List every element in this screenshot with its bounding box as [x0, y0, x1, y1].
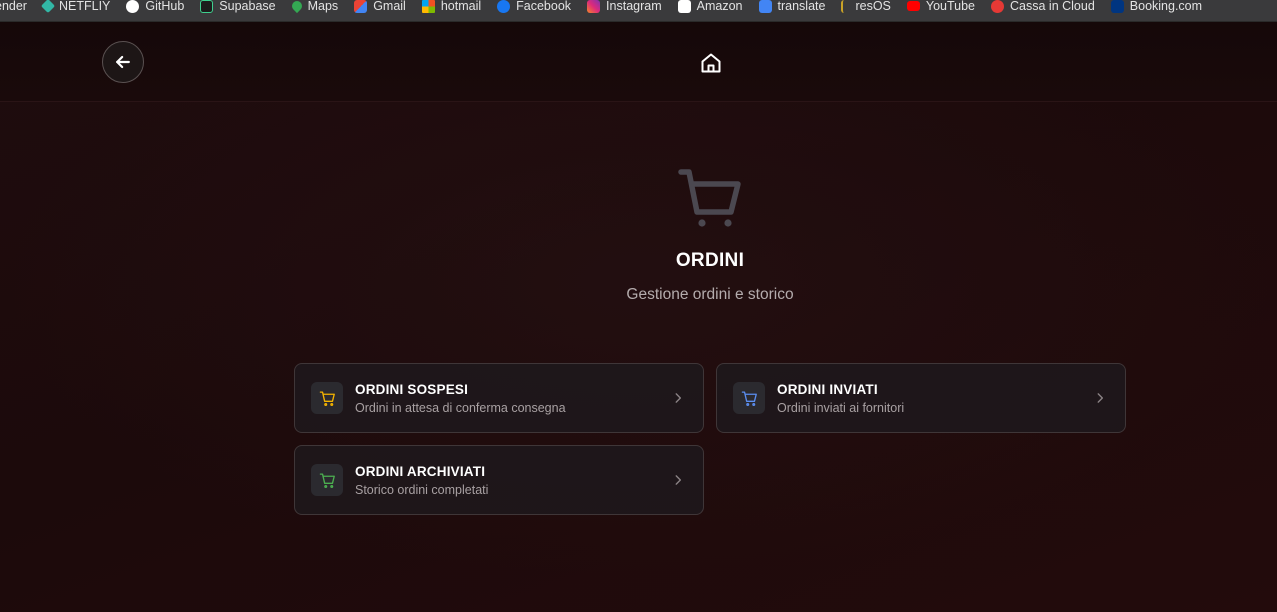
bookmark-netlify[interactable]: NETFLIY [35, 0, 118, 17]
page-subtitle: Gestione ordini e storico [626, 286, 794, 303]
resos-icon [841, 0, 850, 13]
bookmark-label: Facebook [516, 0, 572, 13]
bookmark-label: Gmail [373, 0, 406, 13]
bookmark-label: GitHub [145, 0, 185, 13]
card-subtitle: Ordini in attesa di conferma consegna [355, 401, 566, 415]
back-button[interactable] [102, 41, 144, 83]
bookmark-facebook[interactable]: Facebook [489, 0, 579, 17]
microsoft-icon [421, 0, 435, 13]
card-icon-box [311, 464, 343, 496]
bookmark-youtube[interactable]: YouTube [899, 0, 983, 17]
chevron-right-icon [1097, 393, 1104, 403]
bookmark-gmail[interactable]: Gmail [346, 0, 414, 17]
bookmark-cassa-in-cloud[interactable]: Cassa in Cloud [983, 0, 1103, 17]
netlify-icon [40, 0, 56, 14]
bookmark-label: resOS [855, 0, 891, 13]
chevron-right-icon [675, 393, 682, 403]
bookmark-label: NETFLIY [58, 0, 111, 13]
bookmark-amazon[interactable]: Amazon [670, 0, 751, 17]
bookmark-maps[interactable]: Maps [284, 0, 347, 17]
bookmark-label: Instagram [606, 0, 662, 13]
booking-icon [1110, 0, 1124, 13]
amazon-icon [677, 0, 691, 13]
card-ordini-archiviati[interactable]: ORDINI ARCHIVIATI Storico ordini complet… [294, 445, 704, 515]
card-subtitle: Storico ordini completati [355, 483, 489, 497]
cassa-icon [991, 0, 1005, 13]
bookmark-label: Booking.com [1129, 0, 1203, 13]
chevron-right-icon [675, 475, 682, 485]
bookmark-supabase[interactable]: Supabase [192, 0, 283, 17]
bookmark-label: hotmail [440, 0, 482, 13]
gmail-icon [354, 0, 368, 13]
instagram-icon [587, 0, 601, 13]
bookmark-label: Maps [307, 0, 339, 13]
bookmark-ender[interactable]: ender [0, 0, 35, 17]
bookmark-label: Amazon [696, 0, 743, 13]
card-subtitle: Ordini inviati ai fornitori [777, 401, 905, 415]
bookmark-label: YouTube [925, 0, 976, 13]
card-icon-box [733, 382, 765, 414]
top-bar [0, 22, 1277, 102]
bookmark-label: Supabase [219, 0, 276, 13]
card-ordini-sospesi[interactable]: ORDINI SOSPESI Ordini in attesa di confe… [294, 363, 704, 433]
cart-icon [741, 390, 757, 406]
bookmark-label: translate [777, 0, 826, 13]
bookmark-label: Cassa in Cloud [1010, 0, 1095, 13]
bookmark-instagram[interactable]: Instagram [579, 0, 670, 17]
supabase-icon [200, 0, 214, 13]
app-view: ORDINI Gestione ordini e storico ORDINI … [0, 22, 1277, 612]
cart-icon [319, 390, 335, 406]
youtube-icon [906, 1, 920, 11]
page-title: ORDINI [675, 250, 745, 271]
github-icon [126, 0, 140, 13]
cart-icon [319, 472, 335, 488]
cart-icon [678, 169, 741, 227]
maps-pin-icon [289, 0, 304, 14]
card-title: ORDINI SOSPESI [355, 382, 469, 397]
arrow-left-icon [116, 55, 130, 69]
card-ordini-inviati[interactable]: ORDINI INVIATI Ordini inviati ai fornito… [716, 363, 1126, 433]
card-title: ORDINI ARCHIVIATI [355, 464, 486, 479]
bookmark-booking[interactable]: Booking.com [1103, 0, 1210, 17]
bookmark-github[interactable]: GitHub [118, 0, 192, 17]
translate-icon [758, 0, 772, 13]
card-title: ORDINI INVIATI [777, 382, 878, 397]
facebook-icon [497, 0, 511, 13]
bookmark-hotmail[interactable]: hotmail [414, 0, 489, 17]
home-button[interactable] [698, 50, 724, 76]
card-icon-box [311, 382, 343, 414]
bookmark-translate[interactable]: translate [751, 0, 834, 17]
bookmarks-bar: ender NETFLIY GitHub Supabase Maps Gmail… [0, 0, 1277, 22]
home-icon [701, 53, 721, 73]
bookmark-label: ender [0, 0, 27, 13]
bookmark-resos[interactable]: resOS [833, 0, 898, 17]
